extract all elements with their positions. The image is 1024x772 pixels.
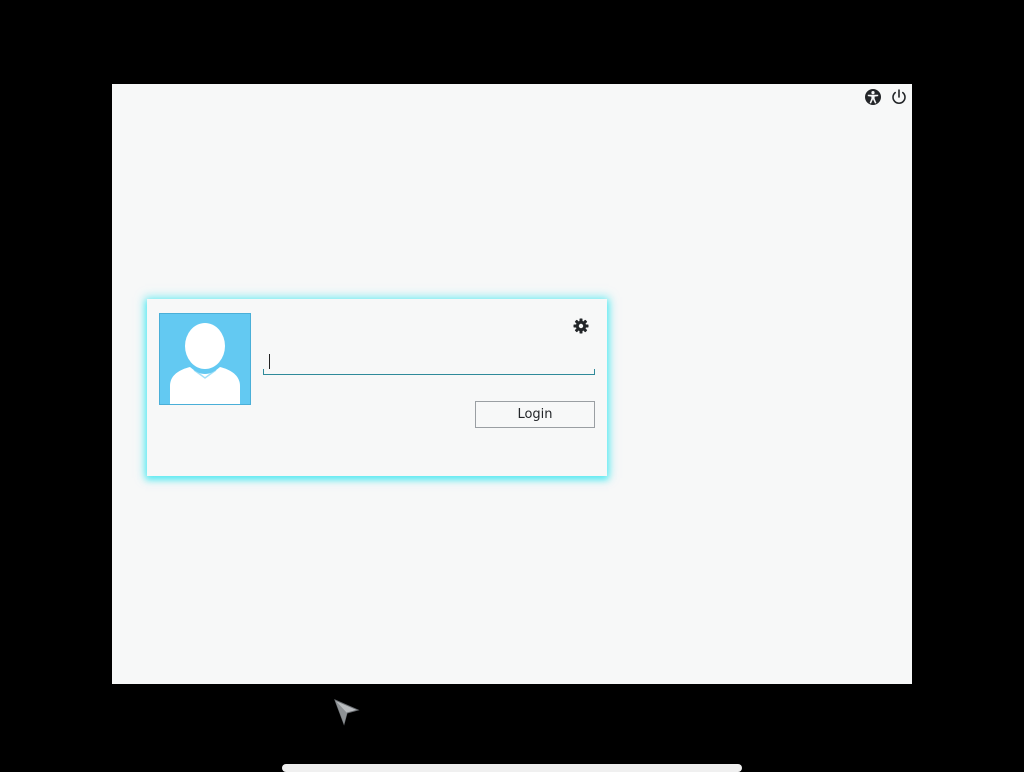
- gear-icon[interactable]: [573, 318, 589, 334]
- password-field[interactable]: [263, 347, 595, 375]
- password-input[interactable]: [267, 347, 567, 373]
- power-icon[interactable]: [890, 88, 908, 106]
- user-avatar: [159, 313, 251, 405]
- user-silhouette-icon: [170, 323, 240, 404]
- login-button[interactable]: Login: [475, 401, 595, 428]
- mouse-pointer-icon: [334, 699, 360, 727]
- login-card: Login: [147, 299, 607, 476]
- login-screen: Login: [112, 84, 912, 684]
- bottom-panel-edge: [282, 764, 742, 772]
- text-caret: [269, 354, 270, 369]
- accessibility-icon[interactable]: [864, 88, 882, 106]
